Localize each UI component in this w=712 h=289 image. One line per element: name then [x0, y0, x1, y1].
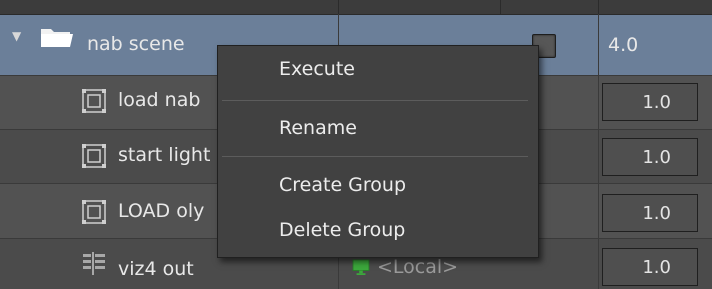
menu-item-create-group[interactable]: Create Group — [279, 174, 406, 196]
value-text: 1.0 — [642, 257, 671, 278]
value-field[interactable]: 1.0 — [602, 83, 698, 121]
value-text: 1.0 — [642, 92, 671, 113]
value-text: 1.0 — [642, 203, 671, 224]
column-separator — [598, 14, 599, 289]
expand-arrow-icon[interactable]: ▼ — [12, 29, 21, 43]
host-text: <Local> — [377, 256, 459, 278]
tree-row-value[interactable]: 4.0 — [608, 34, 638, 56]
column-header-strip — [0, 0, 712, 15]
value-field[interactable]: 1.0 — [602, 248, 698, 286]
command-icon — [82, 200, 106, 224]
output-icon — [83, 252, 105, 275]
tree-row-label: nab scene — [87, 33, 185, 55]
value-field[interactable]: 1.0 — [602, 194, 698, 232]
tree-row-label: start light — [118, 144, 211, 166]
value-text: 1.0 — [642, 147, 671, 168]
folder-icon — [41, 29, 73, 47]
tree-row-label: load nab — [118, 89, 201, 111]
menu-separator — [222, 156, 528, 157]
monitor-icon — [352, 259, 370, 275]
menu-item-rename[interactable]: Rename — [279, 117, 357, 139]
context-menu: Execute Rename Create Group Delete Group — [217, 45, 539, 258]
tree-row-label: viz4 out — [118, 258, 194, 280]
tree-row-label: LOAD oly — [118, 200, 205, 222]
menu-item-execute[interactable]: Execute — [279, 58, 355, 80]
menu-item-delete-group[interactable]: Delete Group — [279, 219, 405, 241]
menu-separator — [222, 100, 528, 101]
command-icon — [82, 144, 106, 168]
host-indicator: <Local> — [351, 256, 458, 278]
value-field[interactable]: 1.0 — [602, 138, 698, 176]
command-icon — [82, 89, 106, 113]
